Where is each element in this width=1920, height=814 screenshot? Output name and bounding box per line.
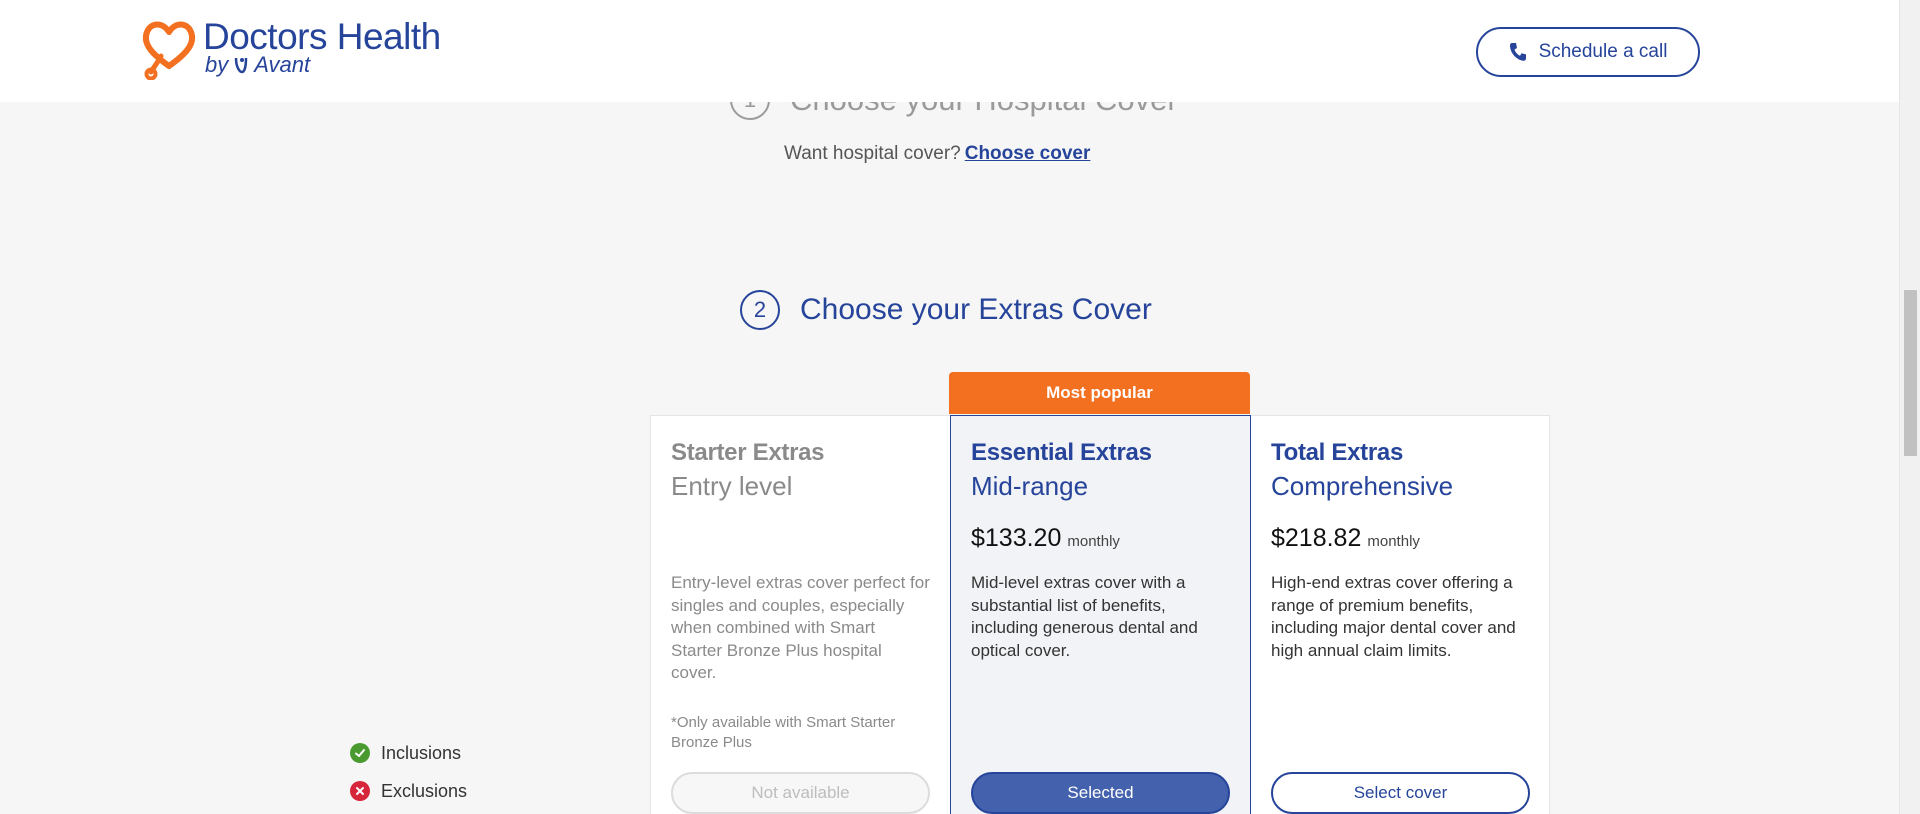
- site-header: Doctors Health by Avant Schedule a call: [0, 0, 1899, 102]
- plan-name: Starter Extras: [671, 439, 825, 466]
- plan-name: Essential Extras: [971, 439, 1152, 466]
- benefit-legend: Inclusions Exclusions: [350, 743, 467, 814]
- schedule-call-button[interactable]: Schedule a call: [1476, 27, 1700, 77]
- scrollbar-thumb[interactable]: [1904, 290, 1917, 456]
- page-scrollbar[interactable]: [1899, 0, 1920, 814]
- plan-description: Mid-level extras cover with a substantia…: [971, 573, 1198, 660]
- select-cover-button[interactable]: Select cover: [1271, 772, 1530, 814]
- plan-name: Total Extras: [1271, 439, 1403, 466]
- step2-heading: 2 Choose your Extras Cover: [740, 290, 1152, 330]
- plan-price: [671, 524, 930, 554]
- selected-button[interactable]: Selected: [971, 772, 1230, 814]
- plan-level: Mid-range: [971, 471, 1089, 501]
- plan-card-starter-extras: Starter Extras Entry level Entry-level e…: [651, 416, 950, 814]
- hospital-cover-prompt: Want hospital cover? Choose cover: [784, 143, 1090, 165]
- plan-availability-note: *Only available with Smart Starter Bronz…: [671, 713, 896, 751]
- brand-partner: Avant: [254, 52, 311, 77]
- legend-exclusions: Exclusions: [350, 781, 467, 801]
- step2-number: 2: [740, 290, 780, 330]
- step2-title: Choose your Extras Cover: [800, 293, 1152, 326]
- most-popular-badge: Most popular: [949, 372, 1250, 414]
- hospital-cover-question: Want hospital cover?: [784, 143, 961, 164]
- plan-price-frequency: monthly: [1067, 533, 1120, 550]
- plan-price: $218.82 monthly: [1271, 524, 1531, 554]
- x-circle-icon: [350, 781, 370, 801]
- choose-hospital-cover-link[interactable]: Choose cover: [965, 143, 1091, 164]
- legend-inclusions: Inclusions: [350, 743, 467, 763]
- legend-exclusions-label: Exclusions: [381, 780, 468, 801]
- schedule-call-label: Schedule a call: [1538, 41, 1668, 62]
- plan-description: High-end extras cover offering a range o…: [1271, 573, 1516, 660]
- doctors-health-logo[interactable]: Doctors Health by Avant: [139, 16, 459, 80]
- heart-stethoscope-icon: [142, 21, 196, 80]
- legend-inclusions-label: Inclusions: [381, 742, 462, 763]
- plan-card-total-extras: Total Extras Comprehensive $218.82 month…: [1251, 416, 1551, 814]
- brand-by: by: [205, 52, 229, 77]
- plan-level: Entry level: [671, 471, 793, 501]
- plan-price-amount: $218.82: [1271, 524, 1362, 552]
- plan-card-essential-extras: Essential Extras Mid-range $133.20 month…: [950, 415, 1251, 814]
- plan-description: Entry-level extras cover perfect for sin…: [671, 573, 930, 682]
- plan-price-amount: $133.20: [971, 524, 1062, 552]
- plan-price: $133.20 monthly: [971, 524, 1230, 554]
- check-circle-icon: [350, 743, 370, 763]
- brand-subtitle: by Avant: [205, 52, 310, 78]
- phone-icon: [1509, 43, 1526, 61]
- plan-price-frequency: monthly: [1367, 533, 1420, 550]
- avant-mark-icon: [235, 57, 248, 74]
- extras-plan-cards: Starter Extras Entry level Entry-level e…: [650, 415, 1550, 814]
- plan-level: Comprehensive: [1271, 471, 1454, 501]
- not-available-button: Not available: [671, 772, 930, 814]
